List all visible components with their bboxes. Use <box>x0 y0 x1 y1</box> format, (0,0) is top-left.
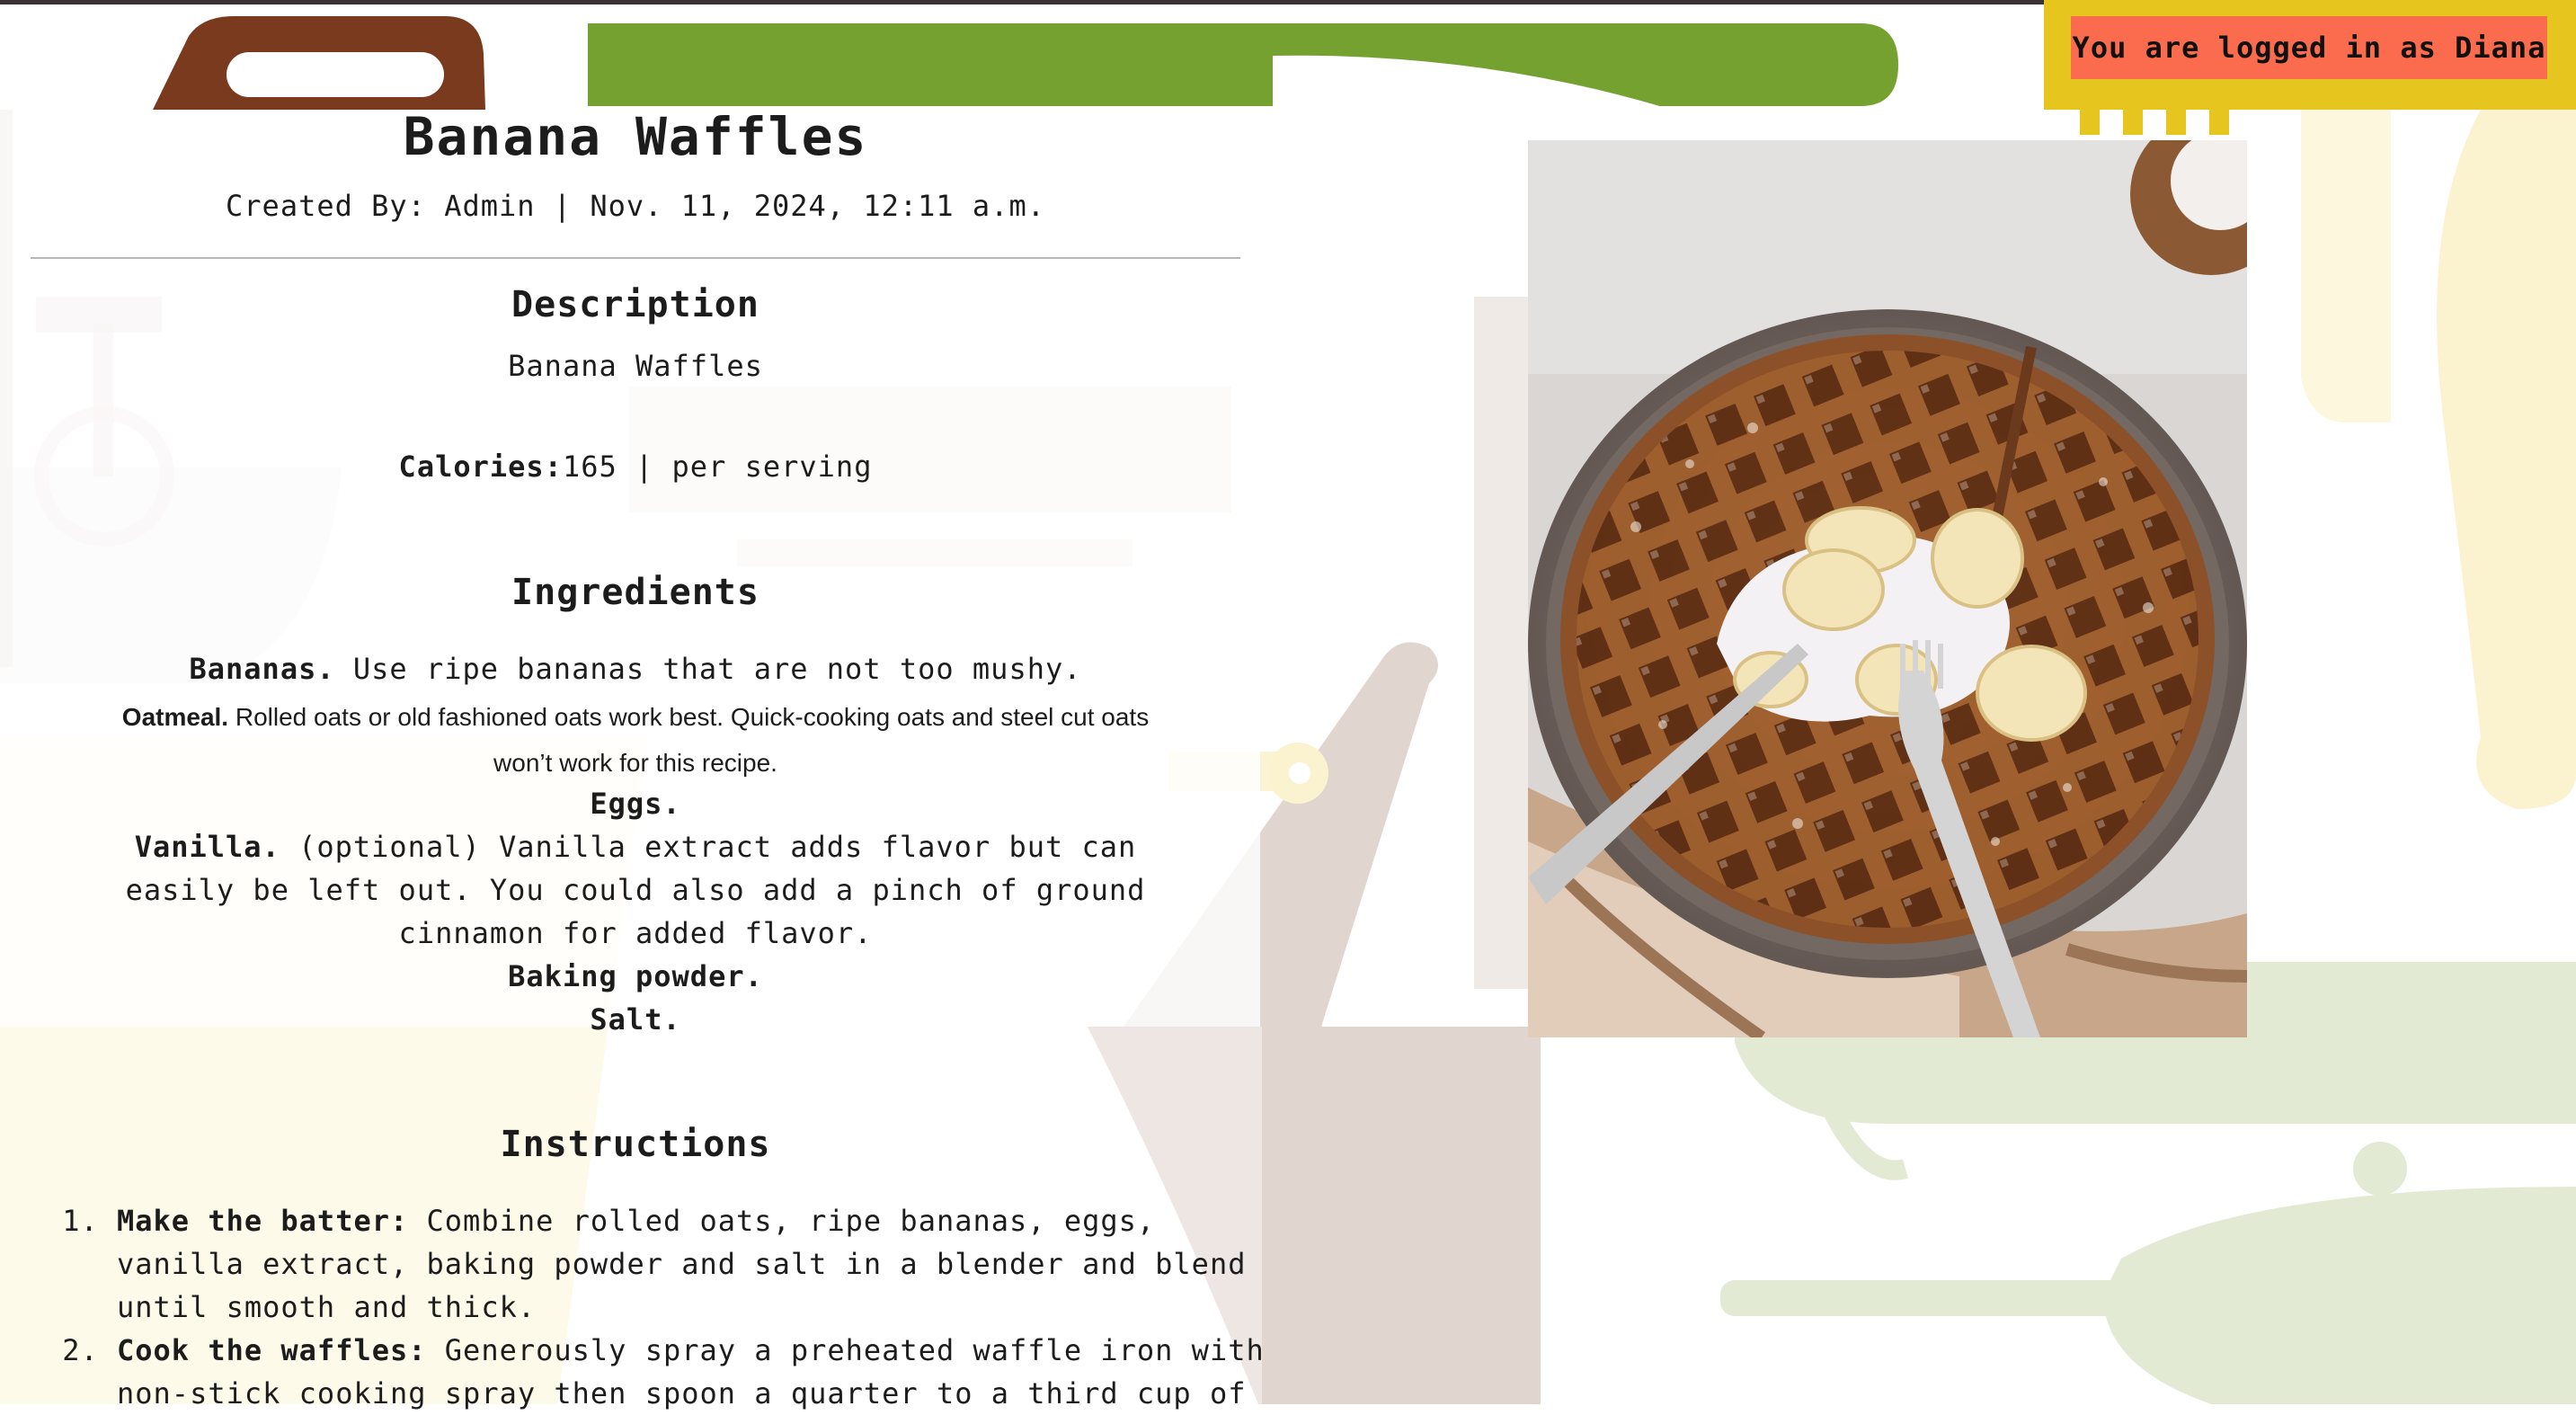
description-text: Banana Waffles <box>508 349 763 383</box>
instructions-heading: Instructions <box>500 1124 771 1165</box>
ingredient-item: Oatmeal. Rolled oats or old fashioned oa… <box>117 694 1154 786</box>
ingredient-item: Bananas. Use ripe bananas that are not t… <box>117 647 1154 690</box>
title-divider <box>31 257 1240 259</box>
instructions-list: Make the batter: Combine rolled oats, ri… <box>54 1199 1285 1415</box>
ingredient-name: Oatmeal. <box>121 703 229 731</box>
recipe-title: Banana Waffles <box>403 106 868 167</box>
description-heading: Description <box>511 284 759 325</box>
calories-value: 165 | per serving <box>562 449 873 484</box>
spatula-shape <box>2437 110 2576 809</box>
instruction-step: Cook the waffles: Generously spray a pre… <box>117 1329 1285 1415</box>
ingredient-item: Baking powder. <box>117 955 1154 998</box>
instruction-step: Make the batter: Combine rolled oats, ri… <box>117 1199 1285 1329</box>
ingredient-name: Bananas. <box>189 652 335 686</box>
ingredient-text: Rolled oats or old fashioned oats work b… <box>228 703 1150 777</box>
calories-line: Calories:165 | per serving <box>0 449 1271 484</box>
ingredient-name: Eggs. <box>590 787 681 821</box>
ingredient-item: Salt. <box>117 998 1154 1041</box>
ingredient-item: Vanilla. (optional) Vanilla extract adds… <box>117 825 1154 955</box>
logged-in-badge: You are logged in as Diana <box>2071 16 2547 79</box>
ingredient-name: Salt. <box>590 1002 681 1037</box>
ingredient-item: Eggs. <box>117 782 1154 825</box>
ingredient-text: Use ripe bananas that are not too mushy. <box>334 652 1082 686</box>
ingredient-name: Vanilla. <box>134 830 280 864</box>
ingredients-heading: Ingredients <box>511 572 759 613</box>
recipe-meta: Created By: Admin | Nov. 11, 2024, 12:11… <box>226 189 1045 223</box>
calories-label: Calories: <box>398 449 563 484</box>
pot-lid-knob <box>2353 1142 2407 1196</box>
ingredient-name: Baking powder. <box>508 959 763 993</box>
step-name: Cook the waffles: <box>117 1333 427 1367</box>
recipe-content: Banana Waffles Created By: Admin | Nov. … <box>0 0 1271 1411</box>
step-name: Make the batter: <box>117 1204 409 1238</box>
recipe-photo <box>1528 140 2247 1037</box>
